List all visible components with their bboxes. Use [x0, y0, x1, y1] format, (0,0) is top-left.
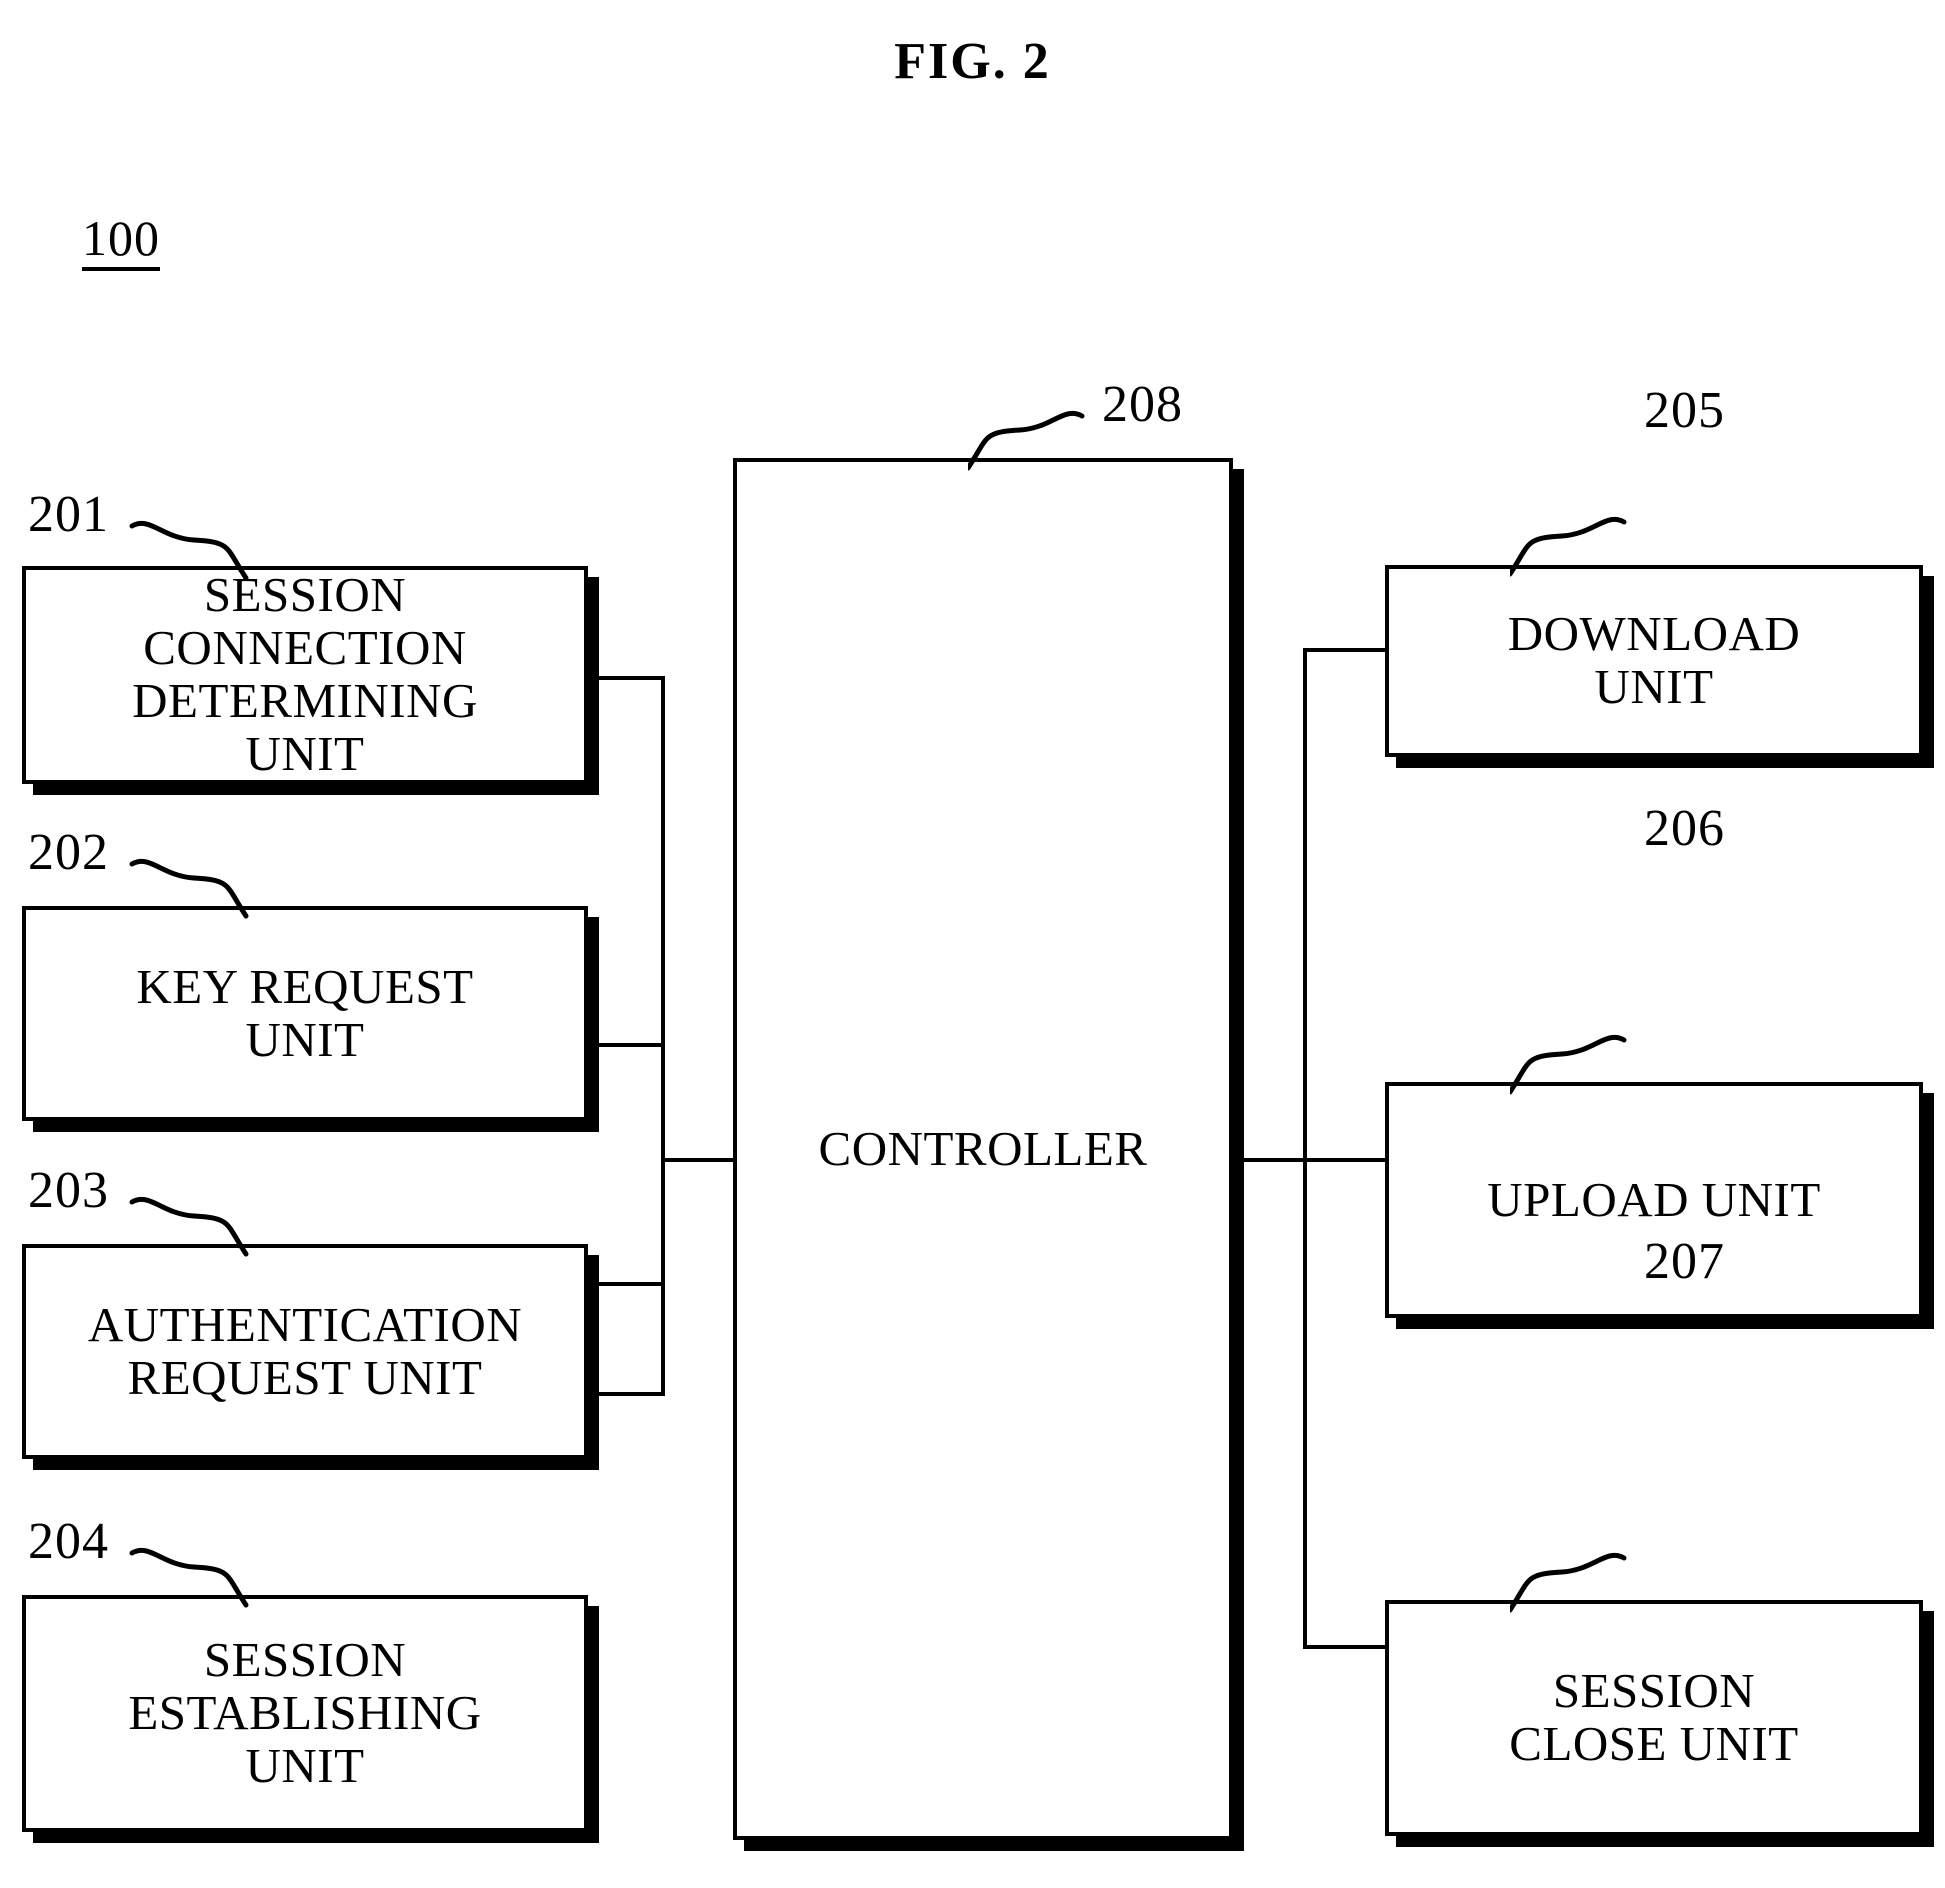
block-label: UPLOAD UNIT [1487, 1171, 1821, 1227]
left-stub-202 [588, 1043, 665, 1047]
block-label: AUTHENTICATION REQUEST UNIT [87, 1296, 523, 1405]
block-label: KEY REQUEST UNIT [136, 958, 474, 1067]
left-bus-vertical [661, 676, 665, 1396]
block-session-establishing-unit[interactable]: SESSION ESTABLISHING UNIT [22, 1595, 588, 1832]
reference-numeral-201: 201 [28, 486, 109, 543]
left-stub-204 [588, 1392, 665, 1396]
right-stub-207 [1303, 1645, 1385, 1649]
reference-numeral-202: 202 [28, 824, 109, 881]
block-label: SESSION CONNECTION DETERMINING UNIT [132, 567, 478, 781]
right-bus-vertical [1303, 648, 1307, 1648]
block-session-close-unit[interactable]: SESSION CLOSE UNIT [1385, 1600, 1923, 1836]
block-label: SESSION CLOSE UNIT [1509, 1663, 1799, 1771]
block-download-unit[interactable]: DOWNLOAD UNIT [1385, 565, 1923, 757]
reference-numeral-203: 203 [28, 1162, 109, 1219]
block-label: DOWNLOAD UNIT [1507, 606, 1801, 714]
right-bus-to-controller [1228, 1158, 1307, 1162]
reference-numeral-207: 207 [1644, 1233, 1725, 1290]
reference-numeral-205: 205 [1644, 382, 1725, 439]
reference-numeral-206: 206 [1644, 800, 1725, 857]
right-stub-206 [1303, 1158, 1385, 1162]
block-key-request-unit[interactable]: KEY REQUEST UNIT [22, 906, 588, 1121]
left-stub-203 [588, 1282, 665, 1286]
reference-numeral-208: 208 [1102, 376, 1183, 433]
block-label: CONTROLLER [818, 1120, 1148, 1176]
block-session-connection-determining-unit[interactable]: SESSION CONNECTION DETERMINING UNIT [22, 566, 588, 784]
figure-title: FIG. 2 [894, 33, 1051, 90]
block-controller[interactable]: CONTROLLER [733, 458, 1233, 1840]
left-bus-to-controller [661, 1158, 741, 1162]
block-authentication-request-unit[interactable]: AUTHENTICATION REQUEST UNIT [22, 1244, 588, 1459]
block-label: SESSION ESTABLISHING UNIT [128, 1632, 482, 1793]
system-reference-numeral: 100 [82, 212, 160, 271]
right-stub-205 [1303, 648, 1385, 652]
reference-numeral-204: 204 [28, 1513, 109, 1570]
left-stub-201 [588, 676, 665, 680]
